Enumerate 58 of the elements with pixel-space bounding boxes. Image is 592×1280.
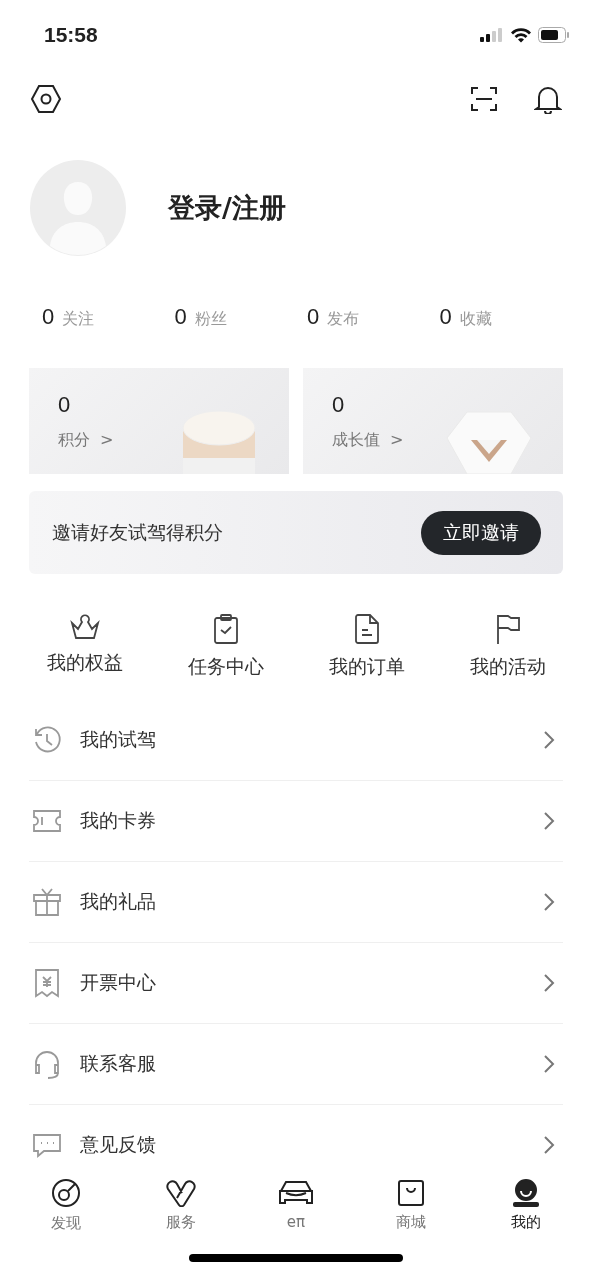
menu-item[interactable]: 我的礼品 <box>80 889 525 915</box>
car-icon[interactable] <box>278 1179 314 1207</box>
heart-v-icon[interactable] <box>164 1178 197 1207</box>
tab[interactable]: 发现 <box>8 1166 124 1244</box>
menu-item[interactable]: 我的卡券 <box>80 808 525 834</box>
disc-icon[interactable] <box>50 1177 81 1208</box>
menu-item[interactable]: 开票中心 <box>80 970 525 996</box>
flag-icon[interactable] <box>494 614 521 644</box>
menu-item[interactable]: 联系客服 <box>80 1051 525 1077</box>
tab[interactable]: 商城 <box>353 1166 469 1244</box>
invite-text: 邀请好友试驾得积分 <box>52 519 223 545</box>
shortcut-label[interactable]: 我的权益 <box>46 650 123 676</box>
notification-bell-icon[interactable] <box>534 84 562 114</box>
settings-icon[interactable] <box>30 84 62 114</box>
tab[interactable]: 我的 <box>468 1166 584 1244</box>
chevron-right-icon[interactable] <box>543 730 555 750</box>
shopping-bag-icon[interactable] <box>397 1178 426 1207</box>
card-label: 积分 <box>58 430 90 451</box>
shortcut-label[interactable]: 我的订单 <box>328 654 405 680</box>
tab[interactable]: 服务 <box>123 1166 239 1244</box>
login-register-link[interactable]: 登录/注册 <box>168 190 286 226</box>
gift-icon[interactable] <box>32 887 62 917</box>
card-value: 0 <box>58 392 72 418</box>
menu-item[interactable]: 我的试驾 <box>80 727 525 753</box>
clipboard-check-icon[interactable] <box>212 614 239 644</box>
headset-icon[interactable] <box>32 1049 62 1079</box>
chevron-right-icon[interactable] <box>543 1135 555 1155</box>
wifi-icon <box>510 27 532 43</box>
card-value: 0 <box>332 392 346 418</box>
stat-value: 0 <box>174 304 187 330</box>
chevron-right-icon[interactable] <box>543 973 555 993</box>
chevron-right-icon[interactable] <box>543 811 555 831</box>
chevron-icon: > <box>100 430 114 451</box>
chevron-icon: > <box>390 430 404 451</box>
crown-icon[interactable] <box>69 614 100 640</box>
invite-button[interactable]: 立即邀请 <box>421 510 541 555</box>
chevron-right-icon[interactable] <box>543 1054 555 1074</box>
points-card[interactable]: 0 成长值 > <box>303 368 563 474</box>
document-icon[interactable] <box>353 614 380 644</box>
receipt-icon[interactable] <box>32 968 62 998</box>
tab[interactable]: eπ <box>238 1166 354 1244</box>
menu-item[interactable]: 意见反馈 <box>80 1132 525 1158</box>
stat-value: 0 <box>42 304 55 330</box>
stat-value: 0 <box>307 304 320 330</box>
chevron-right-icon[interactable] <box>543 892 555 912</box>
battery-icon <box>538 27 570 43</box>
chat-bubble-icon[interactable] <box>32 1132 62 1158</box>
shortcut-label[interactable]: 我的活动 <box>469 654 546 680</box>
points-card[interactable]: 0 积分 > <box>29 368 289 474</box>
clock-history-icon[interactable] <box>32 726 62 754</box>
ticket-icon[interactable] <box>32 809 62 833</box>
scan-icon[interactable] <box>470 85 498 113</box>
shortcut-label[interactable]: 任务中心 <box>187 654 264 680</box>
signal-icon <box>480 28 504 42</box>
user-icon[interactable] <box>512 1178 541 1207</box>
stat-value: 0 <box>439 304 452 330</box>
status-time: 15:58 <box>44 23 98 47</box>
card-label: 成长值 <box>332 430 380 451</box>
